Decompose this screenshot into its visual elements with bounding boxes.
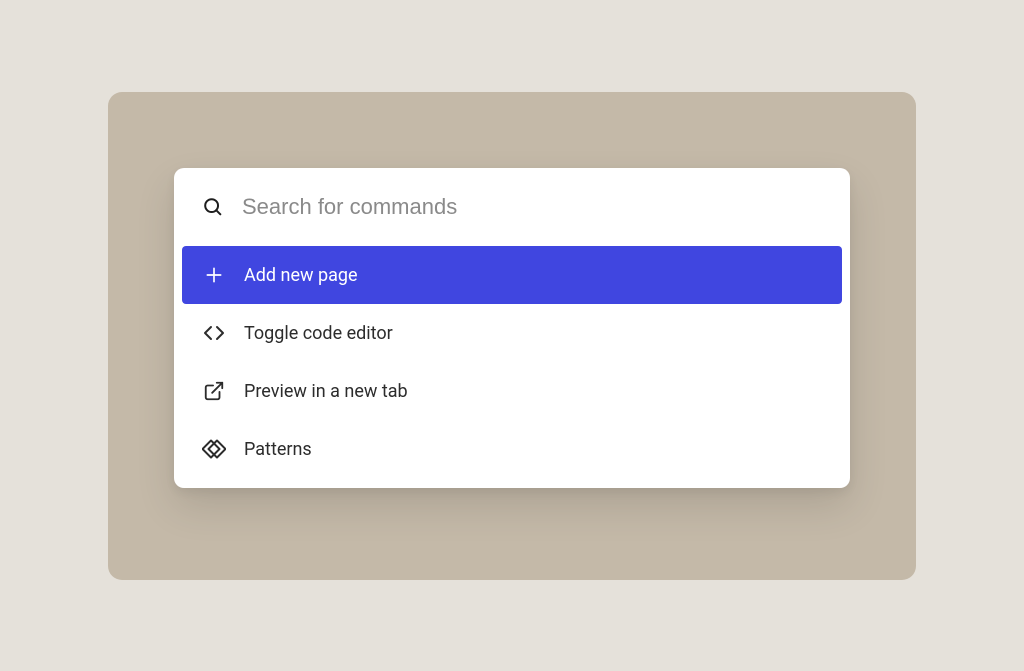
search-input[interactable] [242, 194, 822, 220]
command-add-new-page[interactable]: Add new page [182, 246, 842, 304]
code-icon [202, 321, 226, 345]
external-link-icon [202, 379, 226, 403]
command-preview-new-tab[interactable]: Preview in a new tab [182, 362, 842, 420]
command-patterns[interactable]: Patterns [182, 420, 842, 478]
search-row [174, 168, 850, 246]
command-label: Add new page [244, 265, 358, 286]
search-icon [202, 196, 224, 218]
command-toggle-code-editor[interactable]: Toggle code editor [182, 304, 842, 362]
command-list: Add new page Toggle code editor [174, 246, 850, 478]
plus-icon [202, 263, 226, 287]
command-palette: Add new page Toggle code editor [174, 168, 850, 488]
background-panel: Add new page Toggle code editor [108, 92, 916, 580]
patterns-icon [202, 437, 226, 461]
command-label: Preview in a new tab [244, 381, 408, 402]
command-label: Patterns [244, 439, 312, 460]
command-label: Toggle code editor [244, 323, 393, 344]
